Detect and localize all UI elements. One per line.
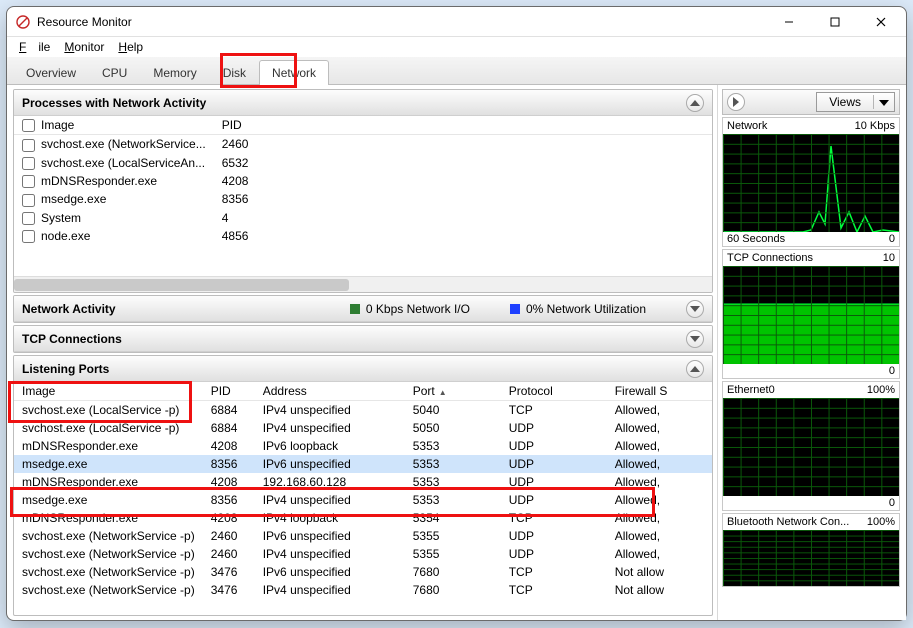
col-pid[interactable]: PID — [203, 382, 255, 401]
mini-chart-footer-right: 0 — [889, 365, 895, 377]
table-row[interactable]: svchost.exe (NetworkService -p)3476IPv4 … — [14, 581, 712, 599]
mini-chart: TCP Connections 10 0 — [722, 249, 900, 379]
table-row[interactable]: svchost.exe (NetworkService -p)2460IPv6 … — [14, 527, 712, 545]
mini-chart: Bluetooth Network Con... 100% — [722, 513, 900, 587]
row-checkbox[interactable] — [22, 230, 35, 243]
mini-chart-title: Ethernet0 — [727, 384, 775, 396]
app-window: Resource Monitor File Monitor Help Overv… — [6, 6, 907, 621]
views-label: Views — [817, 95, 874, 109]
section-tcp-header[interactable]: TCP Connections — [14, 326, 712, 352]
table-row[interactable]: svchost.exe (LocalService -p)6884IPv4 un… — [14, 419, 712, 437]
mini-chart-scale: 100% — [867, 516, 895, 528]
tab-cpu[interactable]: CPU — [89, 60, 140, 85]
horizontal-scrollbar[interactable] — [14, 276, 712, 292]
table-row[interactable]: svchost.exe (NetworkService -p)2460IPv4 … — [14, 545, 712, 563]
table-row[interactable]: msedge.exe8356 — [14, 190, 712, 208]
mini-chart-title: Bluetooth Network Con... — [727, 516, 849, 528]
table-row[interactable]: svchost.exe (LocalServiceAn...6532 — [14, 154, 712, 172]
table-row[interactable]: mDNSResponder.exe4208 — [14, 172, 712, 190]
table-row[interactable]: mDNSResponder.exe4208IPv6 loopback5353UD… — [14, 437, 712, 455]
table-row[interactable]: node.exe4856 — [14, 227, 712, 245]
table-row[interactable]: System4 — [14, 209, 712, 227]
section-title: Network Activity — [22, 302, 116, 316]
table-row[interactable]: mDNSResponder.exe4208IPv4 loopback5354TC… — [14, 509, 712, 527]
table-row[interactable]: msedge.exe8356IPv4 unspecified5353UDPAll… — [14, 491, 712, 509]
body: Processes with Network Activity Image PI… — [7, 85, 906, 620]
menu-file[interactable]: File — [13, 39, 56, 55]
tab-network[interactable]: Network — [259, 60, 329, 85]
section-processes-header[interactable]: Processes with Network Activity — [14, 90, 712, 116]
menu-help[interactable]: Help — [112, 39, 149, 55]
maximize-button[interactable] — [812, 7, 858, 37]
row-checkbox[interactable] — [22, 175, 35, 188]
col-firewall-s[interactable]: Firewall S — [607, 382, 712, 401]
mini-chart: Ethernet0 100% 0 — [722, 381, 900, 511]
row-checkbox[interactable] — [22, 157, 35, 170]
mini-chart-footer-left: 60 Seconds — [727, 233, 785, 245]
main-panel: Processes with Network Activity Image PI… — [7, 85, 717, 620]
processes-table: Image PID svchost.exe (NetworkService...… — [14, 116, 712, 245]
tab-disk[interactable]: Disk — [210, 60, 259, 85]
mini-chart-footer-right: 0 — [889, 233, 895, 245]
charts-container: Network 10 Kbps 60 Seconds 0 TCP Connectio… — [722, 117, 900, 587]
row-checkbox[interactable] — [22, 212, 35, 225]
side-top-bar: Views — [722, 89, 900, 115]
listening-ports-table: ImagePIDAddressPort▲ProtocolFirewall S s… — [14, 382, 712, 599]
titlebar: Resource Monitor — [7, 7, 906, 37]
views-dropdown-icon[interactable] — [874, 95, 894, 109]
col-image[interactable]: Image — [14, 382, 203, 401]
tabs: OverviewCPUMemoryDiskNetwork — [7, 57, 906, 85]
section-title: Listening Ports — [22, 362, 109, 376]
mini-chart-title: Network — [727, 120, 767, 132]
table-row[interactable]: msedge.exe8356IPv6 unspecified5353UDPAll… — [14, 455, 712, 473]
tab-overview[interactable]: Overview — [13, 60, 89, 85]
col-pid[interactable]: PID — [214, 116, 712, 135]
mini-chart-scale: 100% — [867, 384, 895, 396]
table-row[interactable]: svchost.exe (LocalService -p)6884IPv4 un… — [14, 401, 712, 420]
table-row[interactable]: svchost.exe (NetworkService...2460 — [14, 135, 712, 154]
stat-text: 0% Network Utilization — [526, 302, 646, 316]
col-protocol[interactable]: Protocol — [501, 382, 607, 401]
menu-monitor[interactable]: Monitor — [58, 39, 110, 55]
col-port[interactable]: Port▲ — [405, 382, 501, 401]
mini-chart-footer-right: 0 — [889, 497, 895, 509]
table-row[interactable]: mDNSResponder.exe4208192.168.60.1285353U… — [14, 473, 712, 491]
section-net-activity: Network Activity 0 Kbps Network I/O 0% N… — [13, 295, 713, 323]
side-panel: Views Network 10 Kbps 60 Seconds 0 TCP Con… — [717, 85, 906, 620]
window-title: Resource Monitor — [37, 15, 766, 29]
row-checkbox[interactable] — [22, 194, 35, 207]
expand-icon[interactable] — [686, 330, 704, 348]
window-buttons — [766, 7, 904, 37]
collapse-icon[interactable] — [686, 94, 704, 112]
mini-chart-title: TCP Connections — [727, 252, 813, 264]
menubar: File Monitor Help — [7, 37, 906, 57]
section-listening-ports-header[interactable]: Listening Ports — [14, 356, 712, 382]
mini-chart: Network 10 Kbps 60 Seconds 0 — [722, 117, 900, 247]
section-processes: Processes with Network Activity Image PI… — [13, 89, 713, 293]
views-button[interactable]: Views — [816, 92, 895, 112]
col-address[interactable]: Address — [255, 382, 405, 401]
section-tcp: TCP Connections — [13, 325, 713, 353]
mini-chart-scale: 10 Kbps — [855, 120, 895, 132]
tab-memory[interactable]: Memory — [140, 60, 209, 85]
stat-swatch-green — [350, 304, 360, 314]
app-icon — [15, 14, 31, 30]
select-all-checkbox[interactable] — [22, 119, 35, 132]
section-title: Processes with Network Activity — [22, 96, 206, 110]
minimize-button[interactable] — [766, 7, 812, 37]
row-checkbox[interactable] — [22, 139, 35, 152]
col-image[interactable]: Image — [41, 118, 74, 132]
section-listening-ports: Listening Ports ImagePIDAddressPort▲Prot… — [13, 355, 713, 616]
section-title: TCP Connections — [22, 332, 122, 346]
collapse-icon[interactable] — [686, 360, 704, 378]
close-button[interactable] — [858, 7, 904, 37]
mini-chart-scale: 10 — [883, 252, 895, 264]
stat-text: 0 Kbps Network I/O — [366, 302, 470, 316]
stat-swatch-blue — [510, 304, 520, 314]
expand-icon[interactable] — [686, 300, 704, 318]
side-collapse-button[interactable] — [727, 93, 745, 111]
table-row[interactable]: svchost.exe (NetworkService -p)3476IPv6 … — [14, 563, 712, 581]
section-net-activity-header[interactable]: Network Activity 0 Kbps Network I/O 0% N… — [14, 296, 712, 322]
